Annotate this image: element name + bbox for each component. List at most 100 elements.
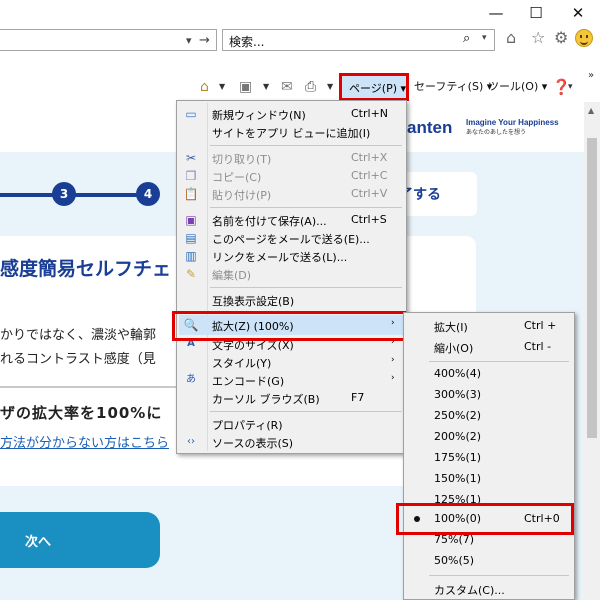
copy-icon: ❐ <box>185 169 197 183</box>
address-dropdown-icon[interactable]: ▾ <box>186 33 192 49</box>
submenu-arrow-icon: › <box>391 355 395 365</box>
zoom-level-item[interactable]: 300%(3) <box>406 385 572 405</box>
vertical-scrollbar[interactable]: ▲ <box>584 102 600 600</box>
more-commands-icon[interactable]: » <box>588 70 594 81</box>
menu-label: サイトをアプリ ビューに追加(I) <box>212 127 371 140</box>
zoom-level-item[interactable]: 200%(2) <box>406 427 572 447</box>
page-menu: ▭ 新規ウィンドウ(N) Ctrl+N サイトをアプリ ビューに追加(I) ✂ … <box>176 100 407 454</box>
zoom-out-item[interactable]: 縮小(O) Ctrl - <box>406 337 572 357</box>
zoom-level-item[interactable]: 250%(2) <box>406 406 572 426</box>
help-link[interactable]: 方法が分からない方はこちら <box>0 432 169 451</box>
help-dropdown-icon[interactable]: ▾ <box>568 79 573 95</box>
favorites-star-icon[interactable]: ☆ <box>531 28 545 48</box>
menu-label: 400%(4) <box>434 367 482 380</box>
clipboard-icon: 📋 <box>183 187 199 201</box>
menu-label: 貼り付け(P) <box>212 189 272 202</box>
search-input[interactable]: 検索... ⌕ ▾ <box>222 29 495 51</box>
toolbar-spacer <box>0 54 600 72</box>
zoom-level-item[interactable]: 175%(1) <box>406 448 572 468</box>
menu-shortcut: Ctrl+V <box>351 187 388 200</box>
home-icon[interactable]: ⌂ <box>506 28 516 48</box>
print-icon[interactable]: ⎙ <box>305 77 316 97</box>
search-icon[interactable]: ⌕ <box>463 31 470 46</box>
menu-item-send-link[interactable]: ▥ リンクをメールで送る(L)... <box>179 246 404 266</box>
menu-label: 互換表示設定(B) <box>212 295 295 308</box>
menu-item-properties[interactable]: プロパティ(R) <box>179 414 404 434</box>
menu-label: カーソル ブラウズ(B) <box>212 393 320 406</box>
menu-item-copy[interactable]: ❐ コピー(C) Ctrl+C <box>179 166 404 186</box>
pencil-icon: ✎ <box>185 267 197 281</box>
menu-item-save-as[interactable]: ▣ 名前を付けて保存(A)... Ctrl+S <box>179 210 404 230</box>
menu-item-send-page[interactable]: ▤ このページをメールで送る(E)... <box>179 228 404 248</box>
next-button[interactable]: 次へ <box>0 512 160 568</box>
submenu-arrow-icon: › <box>391 373 395 383</box>
go-arrow-icon[interactable]: → <box>199 33 210 49</box>
menu-separator <box>210 207 402 208</box>
zoom-level-item[interactable]: 50%(5) <box>406 551 572 571</box>
search-dropdown-icon[interactable]: ▾ <box>482 33 487 43</box>
tagline-text: Imagine Your Happiness <box>466 118 559 127</box>
menu-label: プロパティ(R) <box>212 419 283 432</box>
menu-item-encoding[interactable]: あ エンコード(G) › <box>179 370 404 390</box>
scroll-thumb[interactable] <box>587 138 597 438</box>
menu-item-caret-browsing[interactable]: カーソル ブラウズ(B) F7 <box>179 388 404 408</box>
menu-item-new-window[interactable]: ▭ 新規ウィンドウ(N) Ctrl+N <box>179 104 404 124</box>
page-menu-label: ページ(P) ▾ <box>349 82 407 95</box>
menu-separator <box>429 575 569 576</box>
search-placeholder: 検索... <box>229 35 265 49</box>
menu-separator <box>210 411 402 412</box>
safety-menu[interactable]: セーフティ(S) ▾ <box>414 79 492 95</box>
mail-icon[interactable]: ✉ <box>281 77 293 97</box>
step-4: 4 <box>136 182 160 206</box>
menu-separator <box>429 361 569 362</box>
home-page-icon[interactable]: ⌂ <box>200 77 209 97</box>
page-menu-button[interactable]: ページ(P) ▾ <box>339 73 409 101</box>
close-button[interactable]: ✕ <box>558 2 598 24</box>
address-bar: ▾ → 検索... ⌕ ▾ ⌂ ☆ ⚙ <box>0 26 600 54</box>
menu-label: スタイル(Y) <box>212 357 272 370</box>
print-dropdown-icon[interactable]: ▼ <box>327 79 333 95</box>
feedback-smiley-icon[interactable] <box>575 29 593 47</box>
save-icon: ▣ <box>185 213 197 227</box>
menu-separator <box>210 287 402 288</box>
zoom-level-item[interactable]: 400%(4) <box>406 364 572 384</box>
zoom-level-item[interactable]: 150%(1) <box>406 469 572 489</box>
menu-label: このページをメールで送る(E)... <box>212 233 370 246</box>
tools-menu[interactable]: ツール(O) ▾ <box>488 79 547 95</box>
new-window-icon: ▭ <box>185 107 197 121</box>
home-dropdown-icon[interactable]: ▼ <box>219 79 225 95</box>
site-tagline: Imagine Your Happiness あなたのあしたを想う <box>466 118 559 138</box>
maximize-button[interactable]: ☐ <box>516 2 556 24</box>
menu-label: 新規ウィンドウ(N) <box>212 109 306 122</box>
menu-item-add-app-view[interactable]: サイトをアプリ ビューに追加(I) <box>179 122 404 142</box>
menu-item-compat-view[interactable]: 互換表示設定(B) <box>179 290 404 310</box>
zoom-custom-item[interactable]: カスタム(C)... <box>406 579 572 599</box>
menu-shortcut: F7 <box>351 391 365 404</box>
feeds-icon[interactable]: ▣ <box>239 77 252 97</box>
title-bar: — ☐ ✕ <box>0 0 600 26</box>
menu-label: 編集(D) <box>212 269 252 282</box>
send-page-icon: ▤ <box>185 231 197 245</box>
menu-separator <box>210 145 402 146</box>
gear-icon[interactable]: ⚙ <box>554 28 568 48</box>
command-bar: ⌂ ▼ ▣ ▼ ✉ ⎙ ▼ セーフティ(S) ▾ ツール(O) ▾ ❓ ▾ <box>0 72 600 102</box>
site-logo[interactable]: anten <box>407 118 452 138</box>
zoom-in-item[interactable]: 拡大(I) Ctrl + <box>406 316 572 336</box>
feeds-dropdown-icon[interactable]: ▼ <box>263 79 269 95</box>
tagline-sub: あなたのあしたを想う <box>466 130 527 136</box>
menu-label: 200%(2) <box>434 430 482 443</box>
page-heading: 感度簡易セルフチェ <box>0 258 172 280</box>
menu-shortcut: Ctrl+N <box>351 107 389 120</box>
menu-label: 250%(2) <box>434 409 482 422</box>
url-input[interactable]: ▾ → <box>0 29 217 51</box>
menu-label: コピー(C) <box>212 171 262 184</box>
minimize-button[interactable]: — <box>476 2 516 24</box>
menu-item-paste[interactable]: 📋 貼り付け(P) Ctrl+V <box>179 184 404 204</box>
menu-label: エンコード(G) <box>212 375 285 388</box>
menu-item-view-source[interactable]: ‹› ソースの表示(S) <box>179 432 404 452</box>
menu-item-edit[interactable]: ✎ 編集(D) <box>179 264 404 284</box>
scroll-up-icon[interactable]: ▲ <box>588 106 594 115</box>
selection-annotation-frame <box>396 503 574 535</box>
menu-item-style[interactable]: スタイル(Y) › <box>179 352 404 372</box>
menu-item-cut[interactable]: ✂ 切り取り(T) Ctrl+X <box>179 148 404 168</box>
